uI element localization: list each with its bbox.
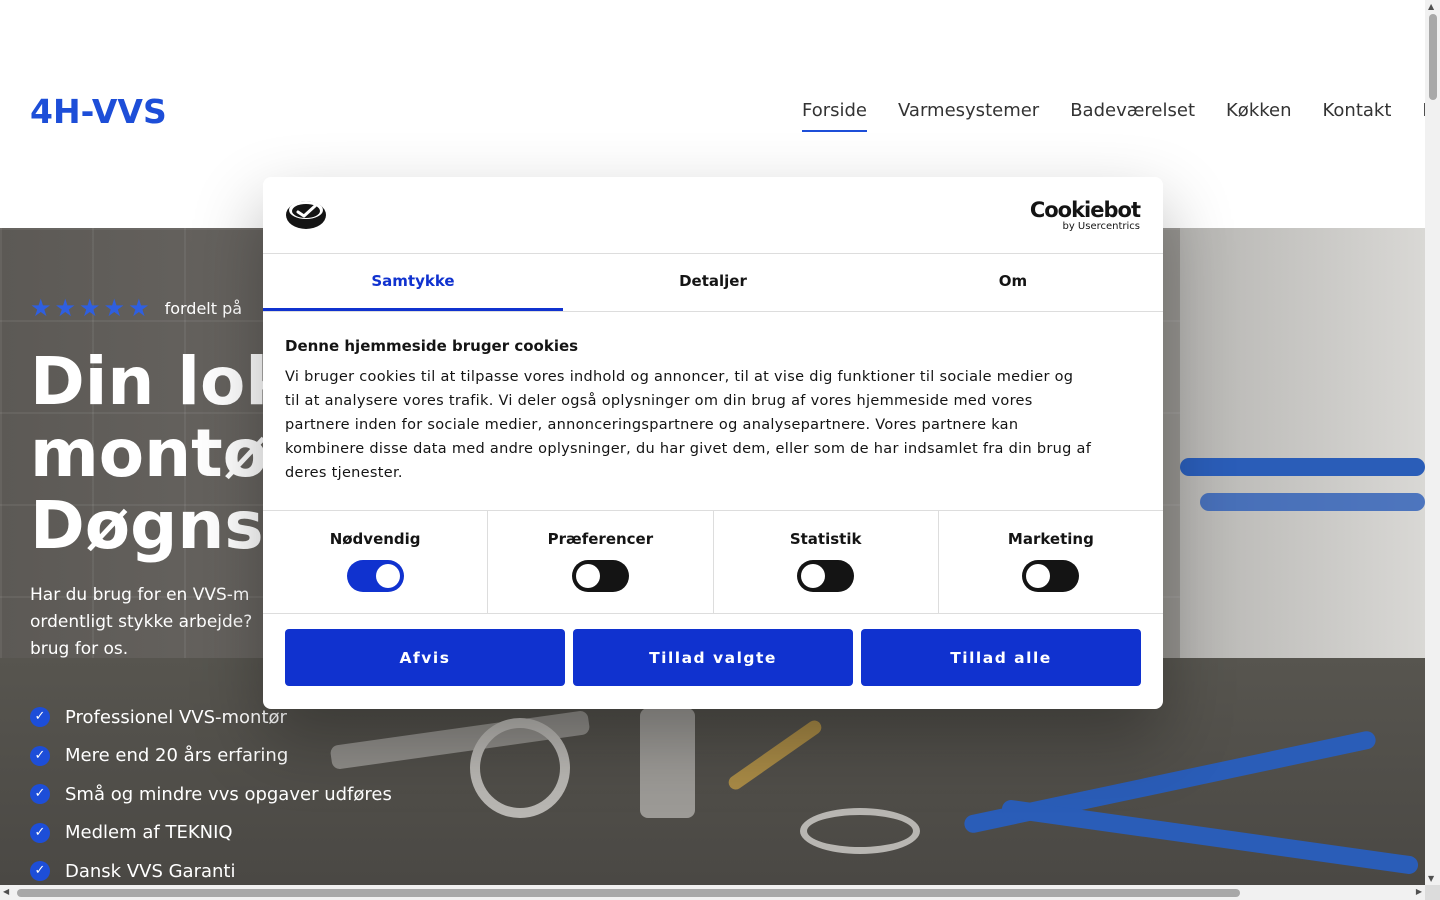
- toggle-label: Marketing: [1007, 530, 1094, 548]
- dialog-text-line: partnere inden for sociale medier, annon…: [285, 417, 1019, 433]
- check-circle-icon: ✓: [30, 861, 50, 882]
- toggle-preferences: Præferencer: [488, 511, 714, 613]
- dialog-text-line: kombinere disse data med andre oplysning…: [285, 441, 1092, 457]
- scroll-down-icon[interactable]: ▼: [1428, 874, 1434, 883]
- check-circle-icon: ✓: [30, 707, 50, 728]
- dialog-text-line: deres tjenester.: [285, 465, 403, 481]
- dialog-header: Cookiebot by Usercentrics: [263, 177, 1163, 254]
- horizontal-scroll-thumb[interactable]: [17, 889, 1240, 897]
- nav-item-kontakt[interactable]: Kontakt: [1323, 100, 1392, 131]
- feature-text: Professionel VVS-montør: [65, 706, 287, 728]
- cookiebot-brand-sub: by Usercentrics: [1062, 221, 1140, 232]
- washer-decoration: [800, 808, 920, 854]
- dialog-body: Denne hjemmeside bruger cookies Vi bruge…: [263, 312, 1163, 511]
- tab-detaljer[interactable]: Detaljer: [563, 254, 863, 311]
- star-icon: ★: [103, 294, 126, 322]
- toggle-label: Præferencer: [547, 530, 654, 548]
- scroll-right-icon[interactable]: ▶: [1416, 887, 1422, 896]
- tab-samtykke[interactable]: Samtykke: [263, 254, 563, 311]
- tool-decoration: [640, 708, 695, 818]
- toggle-necessary: Nødvendig: [263, 511, 489, 613]
- nav-item-koekken[interactable]: Køkken: [1226, 100, 1292, 131]
- toggle-statistics: Statistik: [714, 511, 939, 613]
- feature-text: Dansk VVS Garanti: [65, 860, 236, 882]
- horizontal-scrollbar[interactable]: ◀ ▶: [0, 885, 1425, 900]
- cookiebot-logo-icon: [286, 201, 326, 229]
- feature-item: ✓ Dansk VVS Garanti: [30, 852, 392, 885]
- feature-text: Mere end 20 års erfaring: [65, 745, 289, 767]
- check-circle-icon: ✓: [30, 784, 50, 805]
- allow-selected-button[interactable]: Tillad valgte: [573, 629, 853, 686]
- toggle-marketing-switch[interactable]: [1022, 560, 1080, 592]
- page: 4H-VVS Forside Varmesystemer Badeværelse…: [0, 0, 1425, 885]
- vertical-scroll-thumb[interactable]: [1429, 14, 1437, 100]
- toggle-preferences-switch[interactable]: [571, 560, 629, 592]
- toggle-knob: [801, 564, 826, 588]
- toggle-knob: [375, 564, 400, 588]
- star-icon: ★: [79, 294, 101, 322]
- dialog-text-line: til at analysere vores trafik. Vi deler …: [285, 393, 1033, 409]
- dialog-text: Vi bruger cookies til at tilpasse vores …: [285, 365, 1141, 485]
- feature-item: ✓ Medlem af TEKNIQ: [30, 814, 392, 853]
- blue-pipe-decoration: [1180, 458, 1425, 476]
- toggle-knob: [575, 564, 600, 588]
- toggle-label: Nødvendig: [329, 530, 421, 548]
- toggle-knob: [1026, 564, 1051, 588]
- main-nav: Forside Varmesystemer Badeværelset Køkke…: [802, 100, 1425, 132]
- feature-item: ✓ Små og mindre vvs opgaver udføres: [30, 775, 392, 814]
- feature-list: ✓ Professionel VVS-montør ✓ Mere end 20 …: [30, 698, 392, 885]
- blue-pipe-decoration: [1200, 493, 1425, 511]
- check-circle-icon: ✓: [30, 745, 50, 766]
- toggle-statistics-switch[interactable]: [797, 560, 855, 592]
- nav-item-varmesystemer[interactable]: Varmesystemer: [898, 100, 1039, 131]
- consent-toggles: Nødvendig Præferencer Statistik Marketin…: [263, 511, 1163, 614]
- dialog-tabs: Samtykke Detaljer Om: [263, 254, 1163, 312]
- star-icon: ★: [30, 294, 52, 322]
- dialog-text-line: Vi bruger cookies til at tilpasse vores …: [285, 369, 1074, 385]
- scroll-up-icon[interactable]: ▲: [1428, 2, 1434, 11]
- cookiebot-brand-name: Cookiebot: [1029, 198, 1141, 222]
- rating-text: fordelt på: [164, 298, 243, 318]
- site-logo[interactable]: 4H-VVS: [30, 92, 167, 131]
- feature-item: ✓ Mere end 20 års erfaring: [30, 737, 392, 776]
- star-icon: ★: [128, 294, 150, 322]
- scrollbar-corner: [1425, 885, 1440, 900]
- nav-item-badevaerelset[interactable]: Badeværelset: [1070, 100, 1195, 131]
- cookiebot-brand[interactable]: Cookiebot by Usercentrics: [1029, 198, 1141, 232]
- vertical-scrollbar[interactable]: ▲ ▼: [1425, 0, 1440, 885]
- dialog-heading: Denne hjemmeside bruger cookies: [285, 337, 579, 355]
- check-circle-icon: ✓: [30, 822, 50, 843]
- reject-button[interactable]: Afvis: [285, 629, 565, 686]
- cookie-consent-dialog: Cookiebot by Usercentrics Samtykke Detal…: [263, 177, 1163, 709]
- washer-decoration: [470, 718, 570, 818]
- tab-om[interactable]: Om: [863, 254, 1163, 311]
- feature-text: Medlem af TEKNIQ: [65, 822, 233, 844]
- toggle-necessary-switch[interactable]: [346, 560, 404, 592]
- allow-all-button[interactable]: Tillad alle: [861, 629, 1141, 686]
- toggle-marketing: Marketing: [939, 511, 1163, 613]
- toggle-label: Statistik: [789, 530, 862, 548]
- nav-item-forside[interactable]: Forside: [802, 100, 868, 132]
- rating: ★ ★ ★ ★ ★ fordelt på: [30, 296, 242, 320]
- dialog-buttons: Afvis Tillad valgte Tillad alle: [263, 614, 1163, 686]
- star-icon: ★: [54, 294, 77, 322]
- feature-text: Små og mindre vvs opgaver udføres: [65, 783, 392, 805]
- scroll-left-icon[interactable]: ◀: [3, 887, 9, 896]
